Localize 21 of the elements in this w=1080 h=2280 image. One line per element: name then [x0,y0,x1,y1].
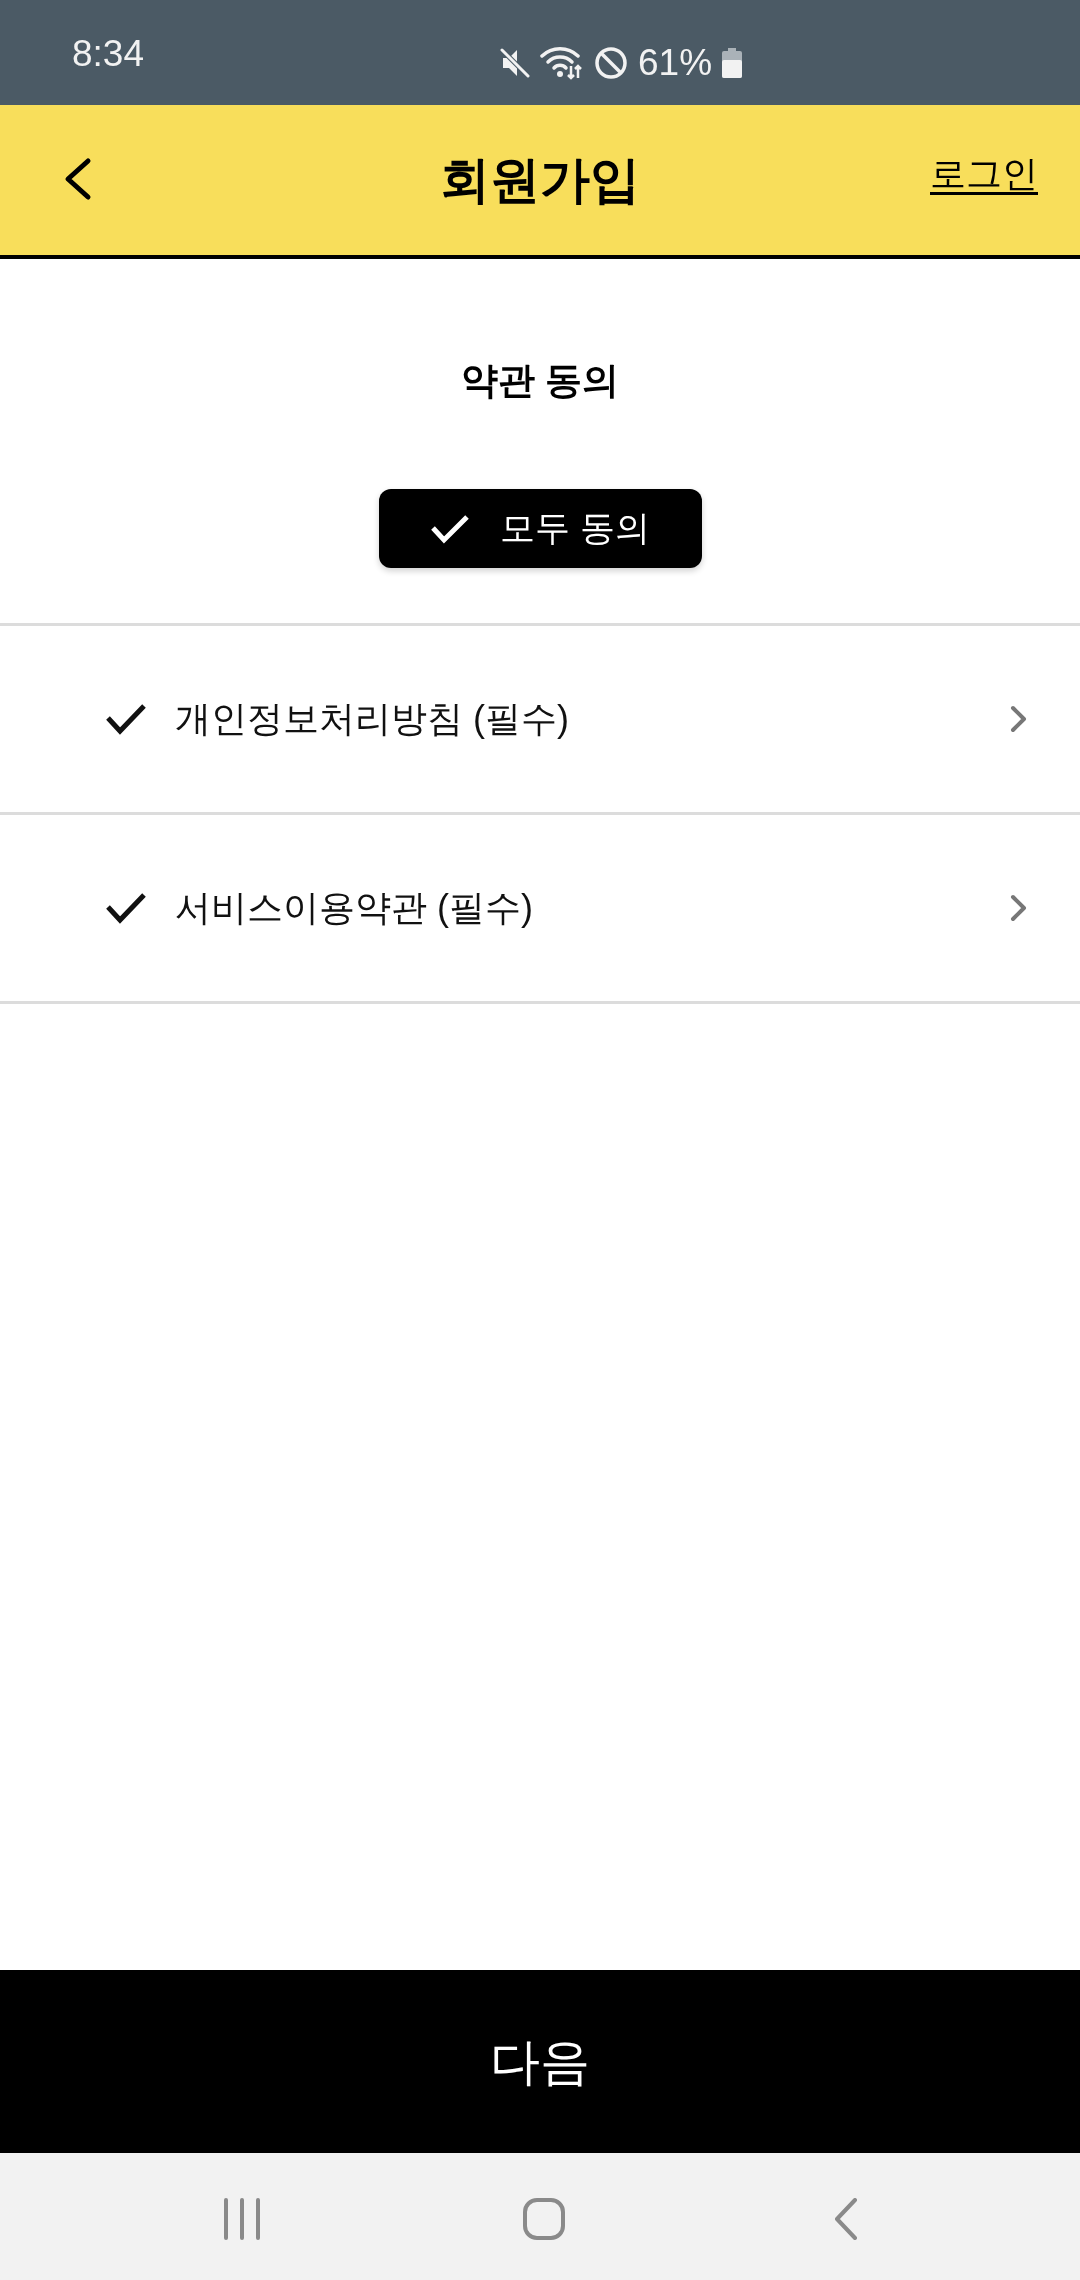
battery-icon [722,47,743,78]
check-icon[interactable] [105,892,147,924]
chevron-right-icon [1010,705,1028,733]
wifi-icon [540,45,584,80]
page-title: 회원가입 [440,151,640,210]
terms-label: 개인정보처리방침 (필수) [175,696,569,741]
terms-label: 서비스이용약관 (필수) [175,885,533,930]
mute-icon [500,45,530,80]
check-icon [430,513,471,544]
battery-percent: 61% [638,44,713,81]
recent-apps-icon[interactable] [222,2198,262,2240]
home-icon[interactable] [523,2198,565,2240]
agree-all-button[interactable]: 모두 동의 [378,489,702,568]
back-icon[interactable] [834,2198,858,2240]
check-icon[interactable] [105,703,147,735]
next-button[interactable]: 다음 [0,1970,1080,2153]
login-link[interactable]: 로그인 [930,151,1038,198]
do-not-disturb-icon [594,45,628,80]
status-time: 8:34 [72,35,144,72]
chevron-right-icon [1010,894,1028,922]
section-title: 약관 동의 [460,359,620,403]
